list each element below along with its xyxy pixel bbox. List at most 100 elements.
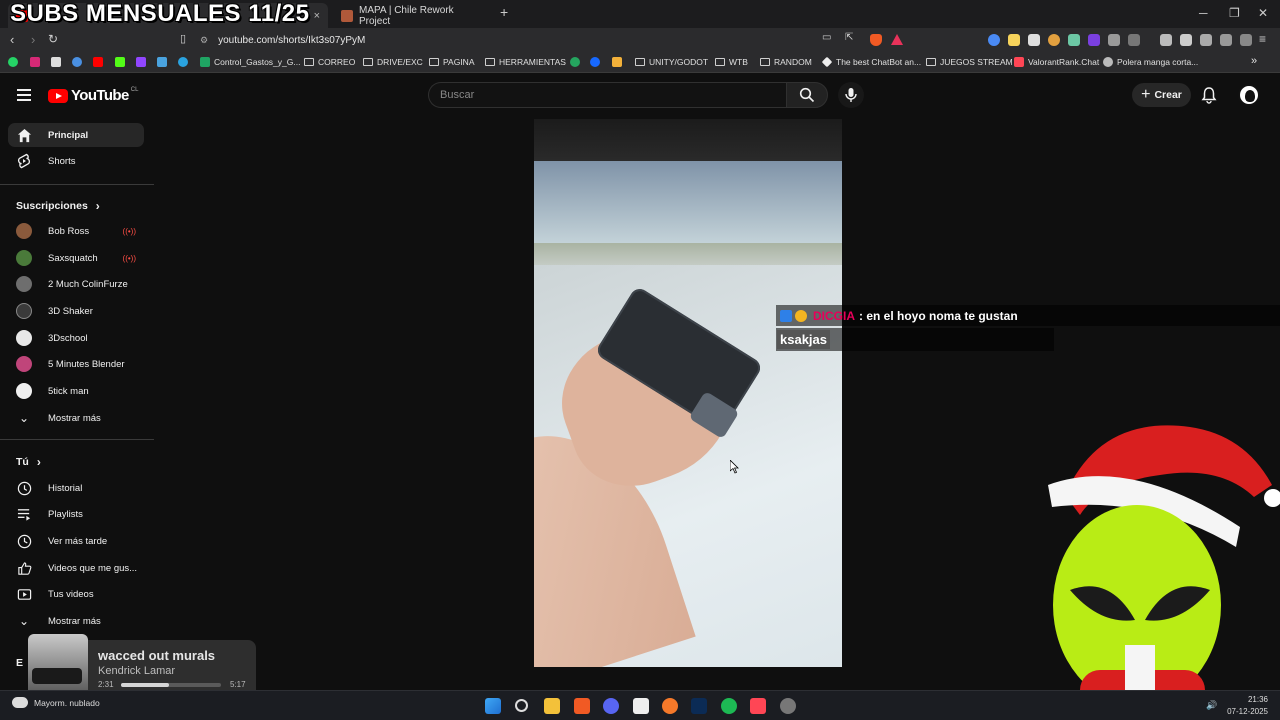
- restore-button[interactable]: ❐: [1229, 6, 1240, 20]
- extension-note-icon[interactable]: [1008, 34, 1020, 46]
- extension-dark-icon[interactable]: [1028, 34, 1040, 46]
- minimize-button[interactable]: ─: [1199, 6, 1208, 20]
- x-bookmark-icon[interactable]: [51, 57, 65, 67]
- sidebar-item-shorts[interactable]: Shorts: [8, 149, 144, 173]
- whatsapp-bookmark-icon[interactable]: [8, 57, 22, 67]
- show-more-subscriptions[interactable]: ⌄ Mostrar más: [8, 406, 144, 430]
- volume-icon[interactable]: 🔊: [1206, 700, 1217, 711]
- brave-rewards-icon[interactable]: [891, 34, 903, 45]
- sidebar-item-principal[interactable]: Principal: [8, 123, 144, 147]
- browser-menu-icon[interactable]: ≡: [1259, 32, 1266, 46]
- windows-start-icon[interactable]: [485, 698, 501, 714]
- discord-icon[interactable]: [603, 698, 619, 714]
- address-bar[interactable]: ⚙ youtube.com/shorts/Ikt3s07yPyM: [200, 31, 910, 50]
- file-explorer-icon[interactable]: [544, 698, 560, 714]
- sidebar-item-3d-shaker[interactable]: 3D Shaker: [8, 299, 144, 323]
- clock[interactable]: 21:36 07-12-2025: [1222, 694, 1268, 718]
- close-tab-icon[interactable]: ×: [314, 10, 320, 22]
- notifications-button[interactable]: [1201, 86, 1217, 109]
- extension-pen-icon[interactable]: [1068, 34, 1080, 46]
- media-music-icon[interactable]: [1160, 34, 1172, 46]
- browser-tab-mapa[interactable]: MAPA | Chile Rework Project: [333, 3, 493, 28]
- bookmark-drive[interactable]: DRIVE/EXC: [363, 57, 423, 67]
- pen-bookmark-icon[interactable]: [157, 57, 171, 67]
- sidebar-item-saxsquatch[interactable]: Saxsquatch ((•)): [8, 246, 144, 270]
- search-button[interactable]: [786, 82, 828, 108]
- vpn-shield-icon[interactable]: [1240, 34, 1252, 46]
- sidebar-item-3dschool[interactable]: 3Dschool: [8, 326, 144, 350]
- sidebar-item-colinfurze[interactable]: 2 Much ColinFurze: [8, 272, 144, 296]
- avatar[interactable]: [1238, 84, 1260, 106]
- leo-ai-icon[interactable]: [1220, 34, 1232, 46]
- instagram-bookmark-icon[interactable]: [30, 57, 44, 67]
- shorts-video-player[interactable]: [534, 119, 842, 667]
- bookmark-icon[interactable]: ▯: [180, 32, 186, 45]
- green-bookmark-icon[interactable]: [570, 57, 584, 67]
- mail-bookmark-icon[interactable]: [612, 57, 626, 67]
- youtube-bookmark-icon[interactable]: [93, 57, 107, 67]
- brave-taskbar-icon[interactable]: [574, 698, 590, 714]
- chat-text: : en el hoyo noma te gustan: [859, 308, 1018, 323]
- bookmark-control-gastos[interactable]: Control_Gastos_y_G...: [200, 57, 300, 67]
- voice-search-button[interactable]: [838, 82, 864, 108]
- more-bookmarks-icon[interactable]: »: [1251, 55, 1257, 67]
- bookmark-valorantrank[interactable]: ValorantRank.Chat: [1014, 57, 1099, 67]
- sidebar-item-ver-mas-tarde[interactable]: Ver más tarde: [8, 529, 144, 553]
- bookmark-correo[interactable]: CORREO: [304, 57, 355, 67]
- riot-client-icon[interactable]: [780, 698, 796, 714]
- create-button[interactable]: + Crear: [1132, 83, 1191, 107]
- youtube-logo[interactable]: YouTube CL: [48, 87, 138, 104]
- menu-icon[interactable]: [17, 89, 31, 101]
- behance-bookmark-icon[interactable]: [590, 57, 604, 67]
- share-icon[interactable]: ⇱: [845, 32, 853, 43]
- weather-widget[interactable]: Mayorm. nublado: [12, 697, 100, 708]
- bookmark-wtb[interactable]: WTB: [715, 57, 748, 67]
- site-info-icon[interactable]: ⚙: [200, 35, 208, 46]
- track-progress-bar[interactable]: [121, 683, 221, 687]
- you-heading[interactable]: Tú ›: [16, 455, 41, 469]
- extension-puzzle-icon[interactable]: [1108, 34, 1120, 46]
- back-arrow-icon[interactable]: ‹: [10, 32, 14, 47]
- cast-icon[interactable]: ▭: [822, 32, 831, 43]
- sidebar-toggle-icon[interactable]: [1180, 34, 1192, 46]
- mapa-favicon-icon: [341, 9, 353, 22]
- bookmark-pagina[interactable]: PAGINA: [429, 57, 475, 67]
- extension-color-icon[interactable]: [1048, 34, 1060, 46]
- bookmark-herramientas[interactable]: HERRAMIENTAS: [485, 57, 566, 67]
- sidebar-item-historial[interactable]: Historial: [8, 476, 144, 500]
- bookmark-juegos-stream[interactable]: JUEGOS STREAM: [926, 57, 1013, 67]
- sidebar-item-liked-videos[interactable]: Videos que me gus...: [8, 556, 144, 580]
- search-input[interactable]: Buscar: [428, 82, 786, 108]
- cloud-bookmark-icon[interactable]: [72, 57, 86, 67]
- your-videos-icon: [16, 586, 32, 602]
- bookmark-unity-godot[interactable]: UNITY/GODOT: [635, 57, 708, 67]
- close-window-button[interactable]: ✕: [1258, 6, 1268, 20]
- bookmark-random[interactable]: RANDOM: [760, 57, 812, 67]
- telegram-bookmark-icon[interactable]: [178, 57, 192, 67]
- kick-bookmark-icon[interactable]: [115, 57, 129, 67]
- bookmark-polera[interactable]: Polera manga corta...: [1103, 57, 1198, 67]
- wallet-icon[interactable]: [1200, 34, 1212, 46]
- forward-arrow-icon[interactable]: ›: [31, 32, 35, 47]
- new-tab-button[interactable]: +: [500, 4, 508, 20]
- subscriptions-heading[interactable]: Suscripciones ›: [16, 199, 100, 213]
- extension-twitch-icon[interactable]: [1088, 34, 1100, 46]
- search-taskbar-icon[interactable]: [515, 699, 528, 712]
- extension-chrome-icon[interactable]: [988, 34, 1000, 46]
- sidebar-item-playlists[interactable]: Playlists: [8, 502, 144, 526]
- twitch-bookmark-icon[interactable]: [136, 57, 150, 67]
- photoshop-icon[interactable]: [691, 698, 707, 714]
- show-more-you[interactable]: ⌄ Mostrar más: [8, 609, 144, 633]
- valorant-taskbar-icon[interactable]: [750, 698, 766, 714]
- sidebar-item-5-minutes-blender[interactable]: 5 Minutes Blender: [8, 352, 144, 376]
- sidebar-item-bob-ross[interactable]: Bob Ross ((•)): [8, 219, 144, 243]
- bookmark-chatbot[interactable]: The best ChatBot an...: [821, 56, 921, 68]
- spotify-icon[interactable]: [721, 698, 737, 714]
- sidebar-item-tus-videos[interactable]: Tus videos: [8, 582, 144, 606]
- blender-icon[interactable]: [662, 698, 678, 714]
- brave-shield-icon[interactable]: [870, 34, 882, 46]
- extension-box-icon[interactable]: [1128, 34, 1140, 46]
- notion-icon[interactable]: [633, 698, 649, 714]
- sidebar-item-5tick-man[interactable]: 5tick man: [8, 379, 144, 403]
- reload-icon[interactable]: ↻: [48, 32, 58, 46]
